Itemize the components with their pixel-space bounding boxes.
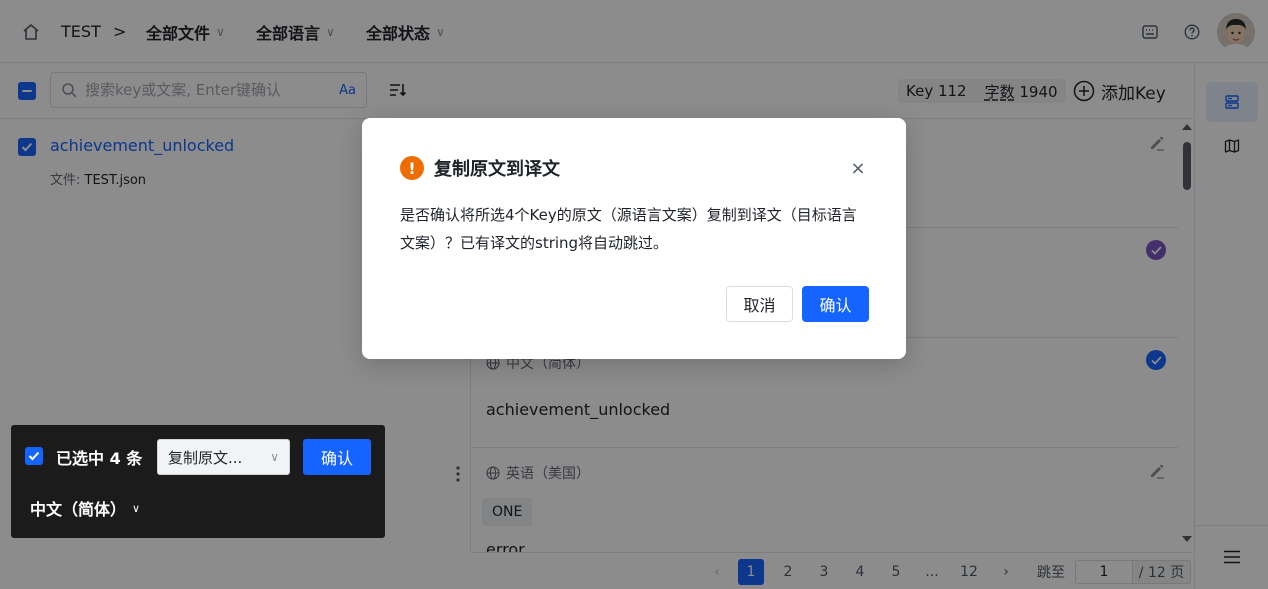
batch-action-select[interactable]: 复制原文... ∨ <box>157 439 290 475</box>
batch-confirm-button[interactable]: 确认 <box>303 439 371 475</box>
batch-action-value: 复制原文... <box>168 448 243 467</box>
selected-count: 已选中 4 条 <box>56 449 143 468</box>
batch-selected-checkbox[interactable] <box>25 447 43 465</box>
cancel-button[interactable]: 取消 <box>726 286 793 322</box>
target-language-dropdown[interactable]: 中文（简体） ∨ <box>30 496 140 520</box>
warning-icon: ! <box>400 156 424 180</box>
chevron-down-icon: ∨ <box>132 501 141 515</box>
confirm-dialog: ! 复制原文到译文 × 是否确认将所选4个Key的原文（源语言文案）复制到译文（… <box>362 118 906 359</box>
close-icon[interactable]: × <box>848 158 868 179</box>
dialog-message: 是否确认将所选4个Key的原文（源语言文案）复制到译文（目标语言文案）？已有译文… <box>400 206 857 252</box>
chevron-down-icon: ∨ <box>270 450 279 464</box>
dialog-title: 复制原文到译文 <box>434 159 560 180</box>
confirm-button[interactable]: 确认 <box>802 286 869 322</box>
target-language-label: 中文（简体） <box>30 500 127 519</box>
batch-action-bar: 已选中 4 条 复制原文... ∨ 确认 中文（简体） ∨ <box>11 425 385 538</box>
